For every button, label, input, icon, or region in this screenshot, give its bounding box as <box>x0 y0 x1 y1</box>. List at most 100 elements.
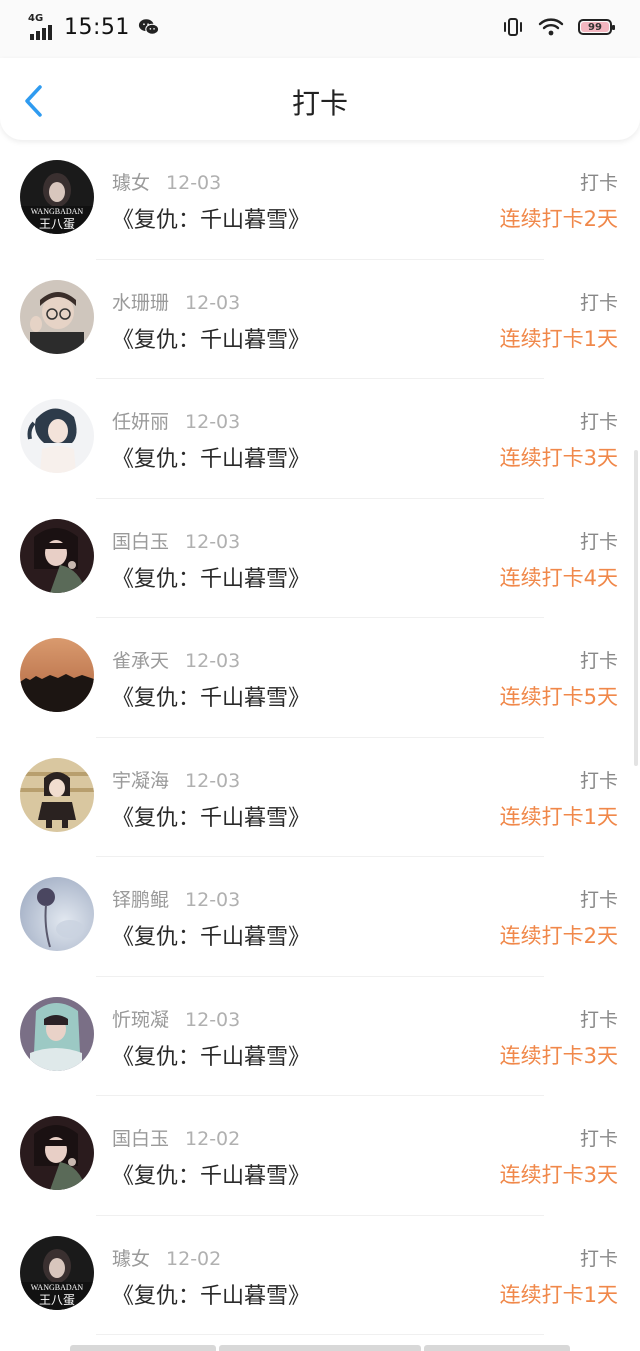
page-title: 打卡 <box>291 87 348 120</box>
streak-count: 连续打卡3天 <box>499 1043 618 1068</box>
user-name-text: 璩女 <box>112 172 151 194</box>
user-name: 任妍丽 12-03 <box>112 407 240 434</box>
svg-text:王八蛋: 王八蛋 <box>39 217 75 231</box>
book-title[interactable]: 《复仇：千山暮雪》 <box>112 800 310 832</box>
avatar[interactable]: WANGBADAN 王八蛋 <box>20 160 94 234</box>
streak-count: 连续打卡2天 <box>499 207 618 231</box>
vibrate-icon <box>504 18 522 36</box>
checkin-label: 打卡 <box>579 411 618 433</box>
streak-count: 连续打卡2天 <box>499 924 618 948</box>
signal-icon: 4G <box>28 14 58 40</box>
avatar[interactable] <box>20 399 94 473</box>
streak-count: 连续打卡5天 <box>499 685 618 709</box>
status-right: 99 <box>502 16 615 38</box>
battery-icon: 99 <box>578 19 615 35</box>
avatar[interactable] <box>20 996 94 1071</box>
user-name: 璩女 12-03 <box>112 168 221 195</box>
user-name-text: 国白玉 <box>112 1128 170 1150</box>
checkin-label: 打卡 <box>579 530 618 553</box>
streak-count: 连续打卡3天 <box>499 446 618 470</box>
user-name: 忻琬凝 12-03 <box>112 1005 240 1032</box>
list-item[interactable]: 国白玉 12-02 《复仇：千山暮雪》 打卡连续打卡3天 <box>0 1096 640 1216</box>
user-name-text: 铎鹏鲲 <box>112 889 170 911</box>
checkin-date: 12-03 <box>185 530 241 553</box>
user-name-text: 雀承天 <box>112 650 170 672</box>
battery-level: 99 <box>588 21 602 33</box>
avatar[interactable] <box>20 1116 94 1190</box>
list-item[interactable]: 雀承天 12-03 《复仇：千山暮雪》 打卡连续打卡5天 <box>0 618 640 738</box>
user-name-text: 忻琬凝 <box>112 1008 170 1031</box>
avatar[interactable] <box>20 279 94 354</box>
checkin-label: 打卡 <box>579 1008 618 1031</box>
streak-count: 连续打卡3天 <box>499 1163 618 1187</box>
list-item[interactable]: 宇凝海 12-03 《复仇：千山暮雪》 打卡连续打卡1天 <box>0 738 640 857</box>
checkin-label: 打卡 <box>579 769 618 792</box>
checkin-label: 打卡 <box>579 291 618 314</box>
scrollbar[interactable] <box>634 450 638 766</box>
user-name-text: 璩女 <box>112 1247 151 1270</box>
status-left: 4G 15:51 <box>28 14 160 40</box>
list-item[interactable]: 水珊珊 12-03 《复仇：千山暮雪》 打卡连续打卡1天 <box>0 260 640 379</box>
checkin-label: 打卡 <box>579 172 618 194</box>
user-name-text: 任妍丽 <box>112 411 170 433</box>
svg-text:WANGBADAN: WANGBADAN <box>31 207 84 216</box>
user-name: 国白玉 12-02 <box>112 1124 240 1151</box>
divider <box>96 1334 544 1335</box>
status-time: 15:51 <box>64 14 130 40</box>
checkin-label: 打卡 <box>579 889 618 911</box>
book-title[interactable]: 《复仇：千山暮雪》 <box>112 680 310 712</box>
user-name: 宇凝海 12-03 <box>112 766 240 793</box>
list-item[interactable]: 任妍丽 12-03 《复仇：千山暮雪》 打卡连续打卡3天 <box>0 379 640 499</box>
user-name-text: 水珊珊 <box>112 291 170 314</box>
status-bar: 4G 15:51 99 <box>0 0 640 58</box>
avatar[interactable]: WANGBADAN 王八蛋 <box>20 1235 94 1310</box>
book-title[interactable]: 《复仇：千山暮雪》 <box>112 202 310 234</box>
book-title[interactable]: 《复仇：千山暮雪》 <box>112 322 310 354</box>
book-title[interactable]: 《复仇：千山暮雪》 <box>112 1278 310 1310</box>
avatar[interactable] <box>20 757 94 832</box>
wechat-icon <box>138 19 160 35</box>
user-name: 雀承天 12-03 <box>112 646 240 673</box>
checkin-date: 12-03 <box>185 650 241 672</box>
avatar[interactable] <box>20 638 94 712</box>
list-item[interactable]: 忻琬凝 12-03 《复仇：千山暮雪》 打卡连续打卡3天 <box>0 977 640 1096</box>
checkin-date: 12-03 <box>185 411 241 433</box>
user-name: 铎鹏鲲 12-03 <box>112 885 240 912</box>
book-title[interactable]: 《复仇：千山暮雪》 <box>112 561 310 593</box>
checkin-date: 12-02 <box>166 1247 222 1270</box>
streak-count: 连续打卡1天 <box>499 804 618 829</box>
checkin-date: 12-03 <box>185 889 241 911</box>
list-item[interactable]: 铎鹏鲲 12-03 《复仇：千山暮雪》 打卡连续打卡2天 <box>0 857 640 977</box>
book-title[interactable]: 《复仇：千山暮雪》 <box>112 1158 310 1190</box>
checkin-label: 打卡 <box>579 1128 618 1150</box>
list-item[interactable]: WANGBADAN 王八蛋 璩女 12-03 《复仇：千山暮雪》 打卡 连续打卡2天 <box>0 140 640 260</box>
streak-count: 连续打卡1天 <box>499 326 618 351</box>
checkin-date: 12-03 <box>185 1008 241 1031</box>
checkin-label: 打卡 <box>579 650 618 672</box>
streak-count: 连续打卡1天 <box>499 1282 618 1307</box>
checkin-label: 打卡 <box>579 1247 618 1270</box>
nav-bar: 打卡 <box>0 58 640 140</box>
bottom-indicator <box>70 1345 570 1351</box>
list-item[interactable]: WANGBADAN 王八蛋 璩女 12-02 《复仇：千山暮雪》 打卡 连续打卡1天 <box>0 1216 640 1335</box>
user-name: 水珊珊 12-03 <box>112 288 240 315</box>
checkin-date: 12-03 <box>185 769 241 792</box>
network-type: 4G <box>28 13 44 24</box>
avatar[interactable] <box>20 877 94 951</box>
checkin-list: WANGBADAN 王八蛋 璩女 12-03 《复仇：千山暮雪》 打卡 连续打卡2天 水珊珊 1… <box>0 140 640 1335</box>
user-name: 璩女 12-02 <box>112 1244 221 1271</box>
checkin-date: 12-02 <box>185 1128 241 1150</box>
svg-text:王八蛋: 王八蛋 <box>39 1293 75 1307</box>
user-name: 国白玉 12-03 <box>112 527 240 554</box>
user-name-text: 宇凝海 <box>112 769 170 792</box>
book-title[interactable]: 《复仇：千山暮雪》 <box>112 1039 310 1071</box>
book-title[interactable]: 《复仇：千山暮雪》 <box>112 441 310 473</box>
user-name-text: 国白玉 <box>112 530 170 553</box>
svg-text:WANGBADAN: WANGBADAN <box>31 1283 84 1292</box>
list-item[interactable]: 国白玉 12-03 《复仇：千山暮雪》 打卡 连续打卡4天 <box>0 499 640 618</box>
wifi-icon <box>538 18 564 36</box>
book-title[interactable]: 《复仇：千山暮雪》 <box>112 919 310 951</box>
checkin-date: 12-03 <box>185 291 241 314</box>
avatar[interactable] <box>20 518 94 593</box>
checkin-date: 12-03 <box>166 172 222 194</box>
